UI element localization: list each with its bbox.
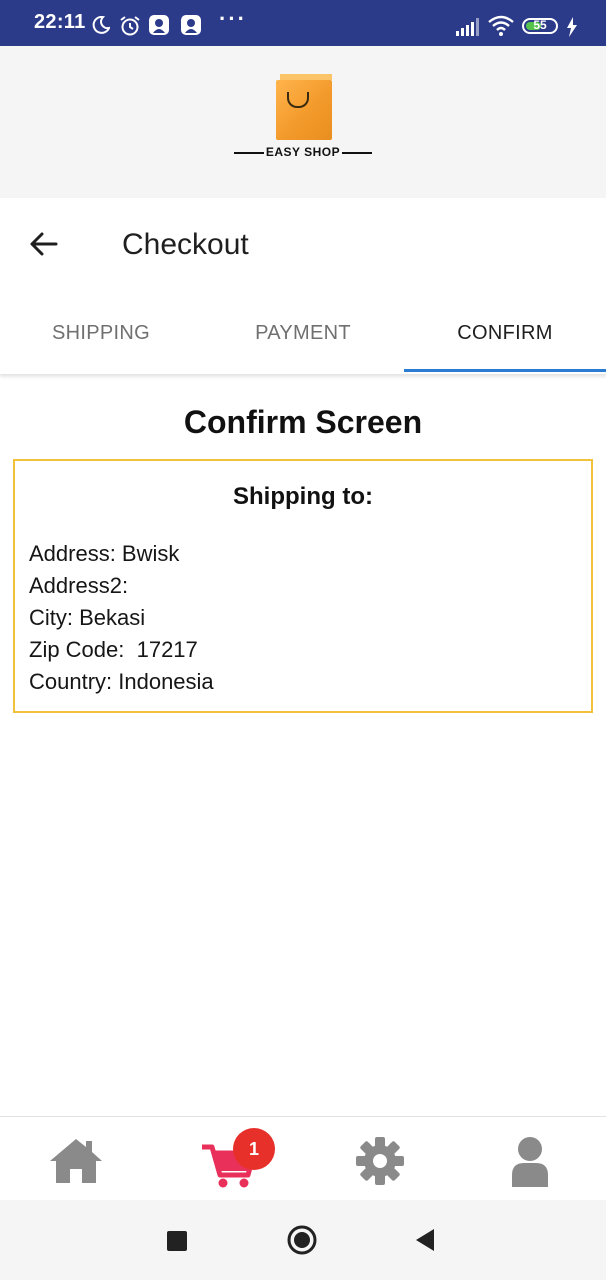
arrow-left-icon[interactable] (26, 226, 62, 262)
status-bar: 22:11 ··· 55 (0, 0, 606, 46)
wifi-icon (488, 15, 514, 36)
bottom-navigation: 1 (0, 1116, 606, 1201)
moon-icon (92, 16, 110, 34)
shipping-country: Country: Indonesia (29, 669, 214, 694)
app-notification-icon (149, 15, 169, 35)
battery-level: 55 (533, 18, 547, 32)
shopping-bag-logo-icon (276, 74, 332, 140)
tab-payment[interactable]: PAYMENT (202, 294, 404, 372)
confirm-screen-title: Confirm Screen (183, 404, 423, 440)
checkout-tabs: SHIPPING PAYMENT CONFIRM (0, 294, 606, 375)
settings-icon[interactable] (350, 1131, 410, 1191)
back-triangle-icon[interactable] (414, 1228, 436, 1252)
app-notification-icon (181, 15, 201, 35)
active-tab-indicator (404, 369, 606, 372)
signal-icon (456, 18, 479, 36)
shipping-city: City: Bekasi (29, 605, 146, 630)
tab-shipping[interactable]: SHIPPING (0, 294, 202, 372)
more-notifications-icon: ··· (219, 6, 247, 31)
shipping-heading: Shipping to: (233, 483, 373, 510)
shipping-summary-card: Shipping to: Address: Bwisk Address2: Ci… (13, 459, 593, 713)
brand-logo-text: EASY SHOP (265, 145, 341, 159)
app-header: Checkout (0, 198, 606, 294)
shipping-zip-code: Zip Code: 17217 (29, 637, 198, 662)
alarm-icon (120, 16, 140, 36)
home-circle-icon[interactable] (286, 1224, 318, 1256)
charging-icon (567, 17, 577, 37)
home-icon[interactable] (46, 1131, 106, 1191)
user-icon[interactable] (500, 1131, 560, 1191)
android-navigation-bar (0, 1200, 606, 1280)
recent-apps-icon[interactable] (167, 1231, 187, 1251)
page-title: Checkout (122, 228, 249, 261)
shipping-address: Address: Bwisk (29, 541, 180, 566)
shipping-address2: Address2: (29, 573, 135, 598)
battery-icon: 55 (522, 18, 558, 34)
cart-count-badge[interactable]: 1 (233, 1128, 275, 1170)
status-time: 22:11 (34, 11, 86, 33)
tab-confirm[interactable]: CONFIRM (404, 294, 606, 372)
brand-header: EASY SHOP (0, 46, 606, 198)
